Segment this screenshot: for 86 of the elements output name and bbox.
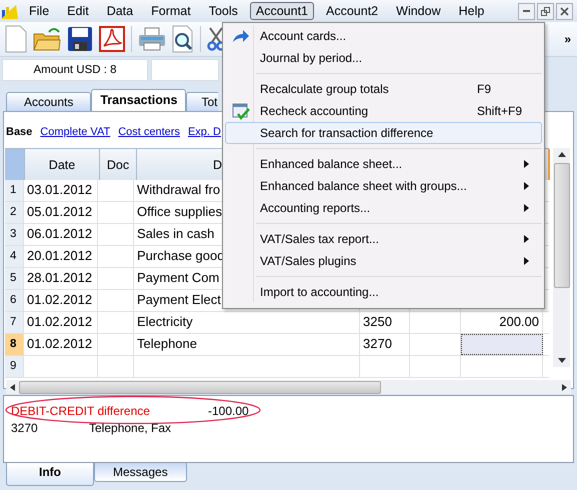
table-cell: 06.01.2012 (24, 224, 98, 245)
menu-item[interactable]: Account1 (250, 2, 314, 20)
table-cell: Payment Com (137, 270, 220, 285)
row-number[interactable]: 8 (5, 334, 24, 355)
row-number[interactable]: 3 (5, 224, 24, 245)
table-cell: 28.01.2012 (24, 268, 98, 289)
horizontal-scrollbar[interactable] (6, 380, 571, 394)
table-cell[interactable] (461, 334, 543, 355)
table-cell: 01.02.2012 (24, 334, 98, 355)
scissors-icon[interactable] (207, 26, 225, 52)
close-button[interactable] (556, 2, 573, 20)
error-value: -100.00 (208, 404, 249, 420)
column-header: Date (25, 149, 100, 180)
table-cell: Withdrawal fro (137, 182, 220, 197)
view-link[interactable]: Exp. D (188, 126, 221, 148)
menu-item[interactable]: Accounting reports... (225, 197, 542, 219)
table-cell: Electricity (137, 314, 193, 329)
table-cell: 05.01.2012 (24, 202, 98, 223)
row-number[interactable]: 2 (5, 202, 24, 223)
menu-item[interactable]: Account2 (320, 2, 384, 20)
menu-item[interactable]: VAT/Sales plugins (225, 250, 542, 272)
row-number[interactable]: 6 (5, 290, 24, 311)
view-link[interactable]: Base (6, 126, 32, 148)
table-cell: Telephone (137, 336, 197, 351)
menu-item[interactable]: Recheck accounting Shift+F9 (225, 100, 542, 122)
menu-item[interactable]: VAT/Sales tax report... (225, 228, 542, 250)
minimize-icon (523, 10, 530, 12)
table-cell: 3270 (360, 334, 410, 355)
tab[interactable]: Info (6, 463, 94, 486)
tab[interactable]: Accounts (6, 92, 92, 111)
menu-item[interactable]: Data (100, 2, 140, 20)
restore-button[interactable] (537, 2, 554, 20)
vertical-scrollbar[interactable] (553, 148, 570, 367)
scroll-up-icon[interactable] (558, 152, 566, 157)
table-cell: 01.02.2012 (24, 290, 98, 311)
error-label: DEBIT-CREDIT difference (11, 404, 151, 420)
row-number[interactable]: 7 (5, 312, 24, 333)
menu-item[interactable]: Recalculate group totals F9 (225, 78, 542, 100)
menu-item[interactable]: Enhanced balance sheet with groups... (225, 175, 542, 197)
menu-item[interactable]: Enhanced balance sheet... (225, 153, 542, 175)
info-field (151, 59, 219, 81)
view-link[interactable]: Complete VAT (40, 126, 110, 148)
menu-item[interactable]: Journal by period... (225, 47, 542, 69)
menu-item[interactable]: Edit (61, 2, 95, 20)
row-number[interactable]: 4 (5, 246, 24, 267)
tab[interactable]: Tot (186, 92, 218, 111)
restore-icon (541, 6, 550, 16)
table-cell: 200.00 (461, 312, 543, 333)
row-number[interactable]: 1 (5, 180, 24, 201)
printer-icon[interactable] (138, 26, 166, 52)
account-number: 3270 (11, 421, 39, 435)
menu-item[interactable]: File (23, 2, 56, 20)
tab[interactable]: Messages (94, 463, 187, 482)
folder-icon[interactable] (33, 26, 61, 52)
table-cell: 20.01.2012 (24, 246, 98, 267)
scroll-right-icon[interactable] (562, 384, 567, 390)
minimize-button[interactable] (518, 2, 535, 20)
app-logo-icon (1, 2, 19, 20)
menu-item[interactable]: Account cards... (225, 25, 542, 47)
table-cell: 3250 (360, 312, 410, 333)
column-header: D (213, 158, 222, 172)
view-link[interactable]: Cost centers (118, 126, 180, 148)
menu-item[interactable]: Import to accounting... (225, 281, 542, 303)
scroll-left-icon[interactable] (10, 384, 15, 390)
menu-item[interactable]: Help (452, 2, 490, 20)
close-icon (560, 6, 569, 16)
account-description: Telephone, Fax (89, 421, 172, 435)
column-header: Doc (100, 149, 137, 180)
menu-item[interactable]: Format (145, 2, 197, 20)
save-icon[interactable] (67, 26, 93, 52)
table-cell: 03.01.2012 (24, 180, 98, 201)
table-cell: Payment Elect (137, 292, 221, 307)
toolbar-overflow-button[interactable]: » (564, 32, 571, 46)
table-cell: 01.02.2012 (24, 312, 98, 333)
print-preview-icon[interactable] (172, 25, 194, 53)
row-number[interactable]: 9 (5, 356, 24, 377)
table-cell: Sales in cash (137, 226, 214, 241)
menu-item[interactable]: Search for transaction difference (225, 122, 542, 144)
scroll-down-icon[interactable] (558, 358, 566, 363)
row-number[interactable]: 5 (5, 268, 24, 289)
pdf-icon[interactable] (99, 26, 125, 52)
table-cell: Office supplies (137, 204, 222, 219)
menu-item[interactable]: Window (390, 2, 447, 20)
amount-field: Amount USD : 8 (2, 59, 148, 81)
menu-item[interactable]: Tools (202, 2, 244, 20)
tab[interactable]: Transactions (91, 89, 186, 111)
